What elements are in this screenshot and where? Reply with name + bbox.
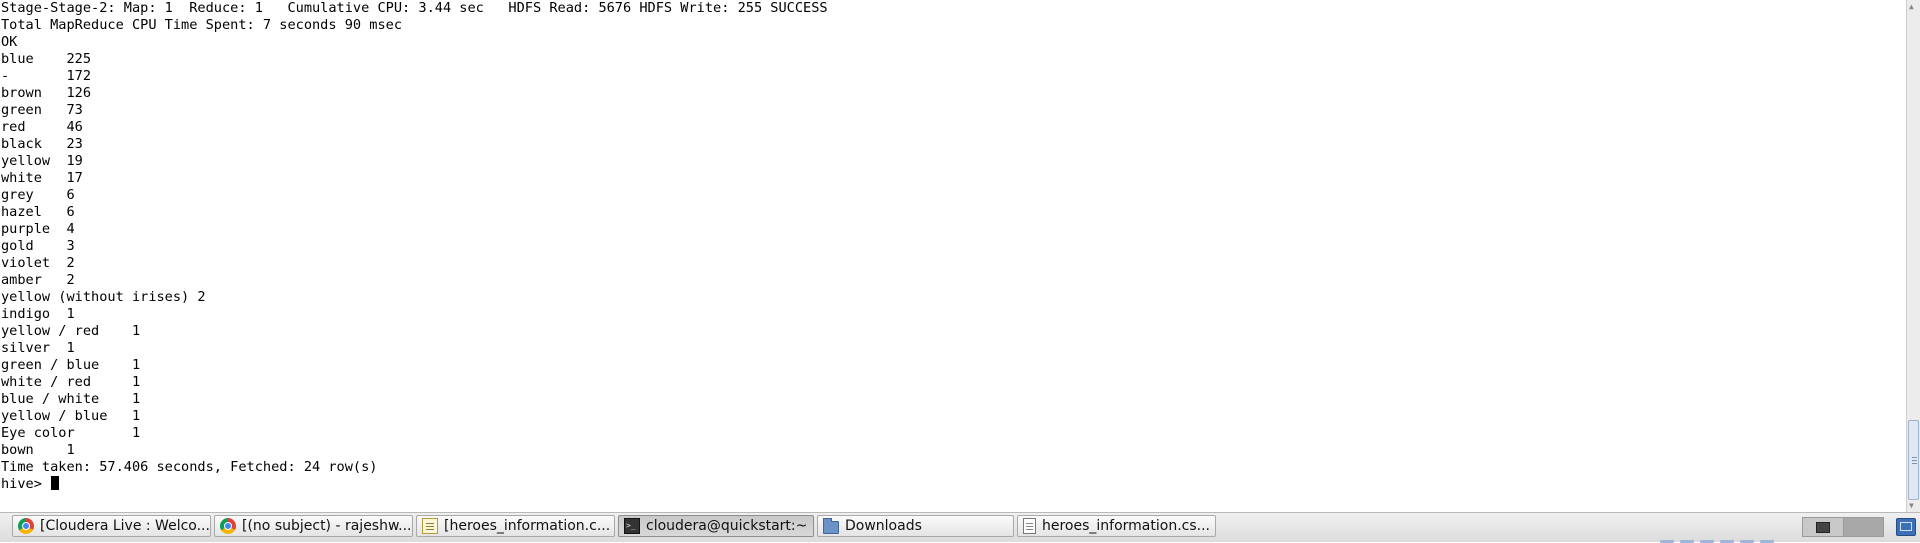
scroll-down-arrow-icon[interactable]: ▼ (1909, 501, 1914, 510)
chrome-icon (220, 518, 236, 534)
terminal-line: blue 225 (1, 51, 92, 67)
terminal-line: brown 126 (1, 85, 92, 101)
scroll-up-arrow-icon[interactable]: ▲ (1909, 2, 1914, 11)
terminal-line: bown 1 (1, 442, 75, 458)
terminal-line: Eye color 1 (1, 425, 141, 441)
terminal-line: hazel 6 (1, 204, 75, 220)
grip-line (1912, 460, 1917, 461)
terminal-line: yellow / red 1 (1, 323, 141, 339)
workspace-switcher[interactable] (1802, 517, 1884, 537)
taskbar-item-csv-file[interactable]: heroes_information.cs... (1017, 515, 1216, 537)
terminal-prompt-line[interactable]: hive> (1, 476, 60, 493)
terminal-line: Total MapReduce CPU Time Spent: 7 second… (1, 17, 403, 33)
terminal-line: yellow / blue 1 (1, 408, 141, 424)
taskbar: [Cloudera Live : Welco... [(no subject) … (0, 512, 1920, 543)
vertical-scrollbar[interactable]: ▲ ▼ (1906, 0, 1920, 512)
terminal-line: white / red 1 (1, 374, 141, 390)
chrome-icon (18, 518, 34, 534)
terminal-line: gold 3 (1, 238, 75, 254)
terminal-line: black 23 (1, 136, 83, 152)
terminal-line: violet 2 (1, 255, 75, 271)
taskbar-item-cloudera-live[interactable]: [Cloudera Live : Welco... (12, 515, 211, 537)
taskbar-item-downloads[interactable]: Downloads (817, 515, 1014, 537)
terminal-line: purple 4 (1, 221, 75, 237)
terminal-icon (1816, 522, 1830, 533)
taskbar-item-mail[interactable]: [(no subject) - rajeshw... (214, 515, 413, 537)
document-icon (1023, 518, 1036, 534)
shell-prompt: hive> (1, 476, 51, 492)
terminal-icon (624, 516, 640, 536)
terminal-line: red 46 (1, 119, 83, 135)
terminal-line: Time taken: 57.406 seconds, Fetched: 24 … (1, 459, 378, 475)
taskbar-item-label: Downloads (845, 518, 922, 534)
taskbar-item-label: cloudera@quickstart:~ (646, 518, 808, 534)
terminal-line: grey 6 (1, 187, 75, 203)
taskbar-item-label: [(no subject) - rajeshw... (242, 518, 412, 534)
taskbar-item-terminal[interactable]: cloudera@quickstart:~ (618, 515, 814, 537)
taskbar-item-label: [Cloudera Live : Welco... (40, 518, 210, 534)
show-desktop-icon[interactable] (1896, 518, 1916, 536)
terminal-line: yellow (without irises) 2 (1, 289, 206, 305)
terminal-line: amber 2 (1, 272, 75, 288)
terminal-line: OK (1, 34, 18, 50)
grip-line (1912, 457, 1917, 458)
text-cursor (51, 476, 60, 490)
terminal-line: Stage-Stage-2: Map: 1 Reduce: 1 Cumulati… (1, 0, 828, 16)
terminal-window[interactable]: Stage-Stage-2: Map: 1 Reduce: 1 Cumulati… (0, 0, 1906, 512)
workspace-2[interactable] (1843, 518, 1883, 536)
grip-line (1912, 463, 1917, 464)
text-editor-icon (422, 518, 438, 534)
terminal-line: yellow 19 (1, 153, 83, 169)
terminal-line: indigo 1 (1, 306, 75, 322)
taskbar-item-text-editor[interactable]: [heroes_information.c... (416, 515, 615, 537)
terminal-line: white 17 (1, 170, 83, 186)
scrollbar-thumb[interactable] (1908, 420, 1919, 500)
terminal-line: green / blue 1 (1, 357, 141, 373)
taskbar-item-label: [heroes_information.c... (444, 518, 611, 534)
taskbar-item-label: heroes_information.cs... (1042, 518, 1210, 534)
terminal-line: silver 1 (1, 340, 75, 356)
terminal-line: green 73 (1, 102, 83, 118)
workspace-1[interactable] (1803, 518, 1844, 536)
terminal-line: - 172 (1, 68, 92, 84)
folder-icon (823, 517, 839, 534)
terminal-line: blue / white 1 (1, 391, 141, 407)
